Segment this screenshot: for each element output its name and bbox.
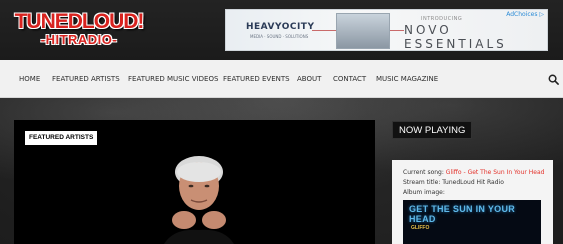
search-icon[interactable] (548, 74, 559, 85)
nav-home[interactable]: HOME (19, 75, 40, 83)
ad-product: NOVO ESSENTIALS (404, 23, 507, 51)
album-title: GET THE SUN IN YOUR HEAD (409, 204, 516, 224)
ad-brand-sub: MEDIA · SOUND · SOLUTIONS (250, 34, 309, 39)
ad-brand: HEAVYOCITY (246, 22, 315, 32)
current-song-label: Current song: (403, 169, 444, 176)
ad-divider (312, 30, 336, 31)
current-song-link[interactable]: Gliffo - Get The Sun In Your Head (446, 169, 545, 176)
adchoices-link[interactable]: AdChoices ▷ (506, 11, 544, 18)
nav-about[interactable]: ABOUT (297, 75, 321, 83)
nav-contact[interactable]: CONTACT (333, 75, 366, 83)
ad-divider (390, 30, 404, 31)
main-nav: HOME FEATURED ARTISTS FEATURED MUSIC VID… (0, 60, 563, 98)
nav-featured-music-videos[interactable]: FEATURED MUSIC VIDEOS (128, 75, 218, 83)
banner-ad[interactable]: HEAVYOCITY MEDIA · SOUND · SOLUTIONS INT… (225, 9, 548, 51)
ad-intro: INTRODUCING (421, 16, 463, 22)
nav-featured-artists[interactable]: FEATURED ARTISTS (52, 75, 120, 83)
artist-portrait (164, 156, 234, 244)
site-logo[interactable]: TUNEDLOUD! -HITRADIO- (9, 8, 149, 50)
featured-artists-label: FEATURED ARTISTS (25, 131, 98, 145)
site-header: TUNEDLOUD! -HITRADIO- HEAVYOCITY MEDIA ·… (0, 0, 563, 60)
album-image-label: Album image: (403, 189, 445, 196)
nav-featured-events[interactable]: FEATURED EVENTS (223, 75, 290, 83)
ad-product-image (336, 13, 390, 49)
current-song-row: Current song: Gliffo - Get The Sun In Yo… (403, 169, 544, 176)
now-playing-box: Current song: Gliffo - Get The Sun In Yo… (392, 160, 553, 244)
featured-artist-panel[interactable]: FEATURED ARTISTS (14, 120, 375, 244)
nav-music-magazine[interactable]: MUSIC MAGAZINE (376, 75, 438, 83)
logo-title: TUNEDLOUD! (14, 10, 145, 33)
album-art: GET THE SUN IN YOUR HEAD GLIFFO (403, 200, 541, 244)
album-artist: GLIFFO (411, 225, 430, 231)
now-playing-heading: NOW PLAYING (392, 121, 473, 139)
logo-subtitle: -HITRADIO- (40, 32, 118, 47)
stream-title: Stream title: TunedLoud Hit Radio (403, 179, 504, 186)
